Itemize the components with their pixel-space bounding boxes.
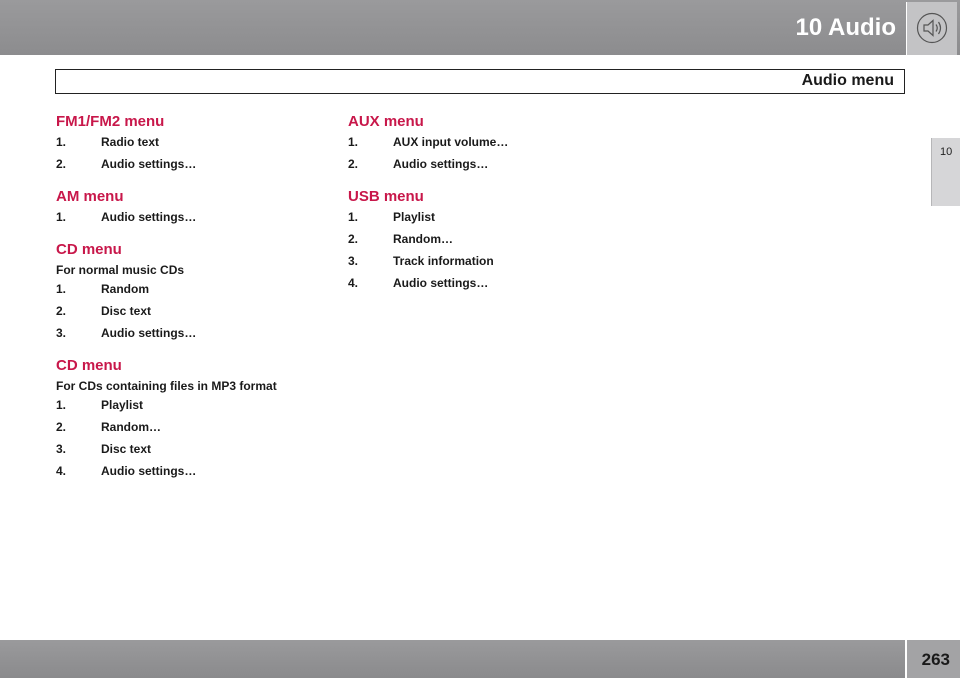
menu-heading: CD menu: [56, 357, 122, 374]
item-number: 2.: [348, 157, 359, 171]
header-bar: 10 Audio: [0, 0, 960, 55]
item-number: 4.: [56, 464, 67, 478]
page-number-box: 263: [907, 640, 960, 678]
menu-item: 1. Playlist: [348, 210, 618, 224]
chapter-title: 10 Audio: [795, 14, 896, 41]
item-label: Audio settings…: [393, 157, 489, 171]
section-title: Audio menu: [801, 72, 894, 89]
item-label: Disc text: [101, 304, 152, 318]
menu-section: FM1/FM2 menu 1. Radio text 2. Audio settin…: [56, 113, 326, 171]
item-number: 1.: [56, 398, 67, 412]
menu-item: 2. Random…: [56, 420, 326, 434]
speaker-icon: [916, 12, 948, 44]
menu-list: 1. Audio settings…: [56, 210, 326, 224]
item-label: Random: [101, 282, 149, 296]
menu-item: 2. Disc text: [56, 304, 326, 318]
menu-section: AUX menu 1. AUX input volume… 2. Audio set…: [348, 113, 618, 171]
menu-item: 1. Random: [56, 282, 326, 296]
item-number: 1.: [56, 282, 67, 296]
menu-item: 1. AUX input volume…: [348, 135, 618, 149]
menu-heading: CD menu: [56, 241, 122, 258]
item-number: 3.: [56, 326, 67, 340]
chapter-side-tab: 10: [931, 138, 960, 206]
menu-item: 2. Audio settings…: [348, 157, 618, 171]
menu-item: 1. Audio settings…: [56, 210, 326, 224]
item-label: Audio settings…: [101, 326, 197, 340]
item-number: 2.: [56, 420, 67, 434]
menu-heading: FM1/FM2 menu: [56, 113, 165, 130]
item-number: 3.: [348, 254, 359, 268]
item-label: Disc text: [101, 442, 152, 456]
menu-item: 3. Disc text: [56, 442, 326, 456]
item-number: 2.: [56, 157, 67, 171]
item-label: Track information: [393, 254, 494, 268]
left-column: FM1/FM2 menu 1. Radio text 2. Audio settin…: [56, 113, 326, 495]
menu-list: 1. Playlist 2. Random… 3. Track information…: [348, 210, 618, 290]
footer-bar: [0, 640, 905, 678]
section-title-box: Audio menu: [55, 69, 905, 94]
item-label: Audio settings…: [101, 210, 197, 224]
menu-list: 1. Playlist 2. Random… 3. Disc text 4. Audio…: [56, 398, 326, 478]
menu-item: 2. Audio settings…: [56, 157, 326, 171]
menu-item: 4. Audio settings…: [348, 276, 618, 290]
menu-description: For normal music CDs: [56, 263, 185, 277]
item-label: Random…: [101, 420, 161, 434]
menu-item: 1. Radio text: [56, 135, 326, 149]
menu-item: 1. Playlist: [56, 398, 326, 412]
item-label: Playlist: [101, 398, 144, 412]
menu-item: 2. Random…: [348, 232, 618, 246]
chapter-icon-box: [906, 2, 957, 55]
menu-item: 3. Audio settings…: [56, 326, 326, 340]
item-number: 1.: [348, 135, 359, 149]
menu-heading: AM menu: [56, 188, 124, 205]
menu-heading: AUX menu: [348, 113, 424, 130]
item-label: Playlist: [393, 210, 436, 224]
menu-section: AM menu 1. Audio settings…: [56, 188, 326, 224]
menu-item: 4. Audio settings…: [56, 464, 326, 478]
item-number: 1.: [56, 210, 67, 224]
chapter-side-tab-label: 10: [940, 146, 953, 158]
right-column: AUX menu 1. AUX input volume… 2. Audio set…: [348, 113, 618, 307]
menu-heading: USB menu: [348, 188, 424, 205]
item-label: Radio text: [101, 135, 160, 149]
item-label: Audio settings…: [101, 157, 197, 171]
item-label: AUX input volume…: [393, 135, 509, 149]
menu-list: 1. Radio text 2. Audio settings…: [56, 135, 326, 171]
menu-item: 3. Track information: [348, 254, 618, 268]
menu-section: USB menu 1. Playlist 2. Random… 3. Track in…: [348, 188, 618, 290]
item-number: 1.: [348, 210, 359, 224]
menu-description: For CDs containing files in MP3 format: [56, 379, 277, 393]
menu-section: CD menu For CDs containing files in MP3 …: [56, 357, 326, 478]
item-number: 1.: [56, 135, 67, 149]
item-label: Audio settings…: [393, 276, 489, 290]
menu-section: CD menu For normal music CDs 1. Random 2.…: [56, 241, 326, 340]
menu-list: 1. Random 2. Disc text 3. Audio settings…: [56, 282, 326, 340]
menu-list: 1. AUX input volume… 2. Audio settings…: [348, 135, 618, 171]
item-number: 2.: [56, 304, 67, 318]
item-number: 3.: [56, 442, 67, 456]
item-number: 2.: [348, 232, 359, 246]
item-label: Audio settings…: [101, 464, 197, 478]
page-number: 263: [921, 650, 950, 669]
item-label: Random…: [393, 232, 453, 246]
item-number: 4.: [348, 276, 359, 290]
